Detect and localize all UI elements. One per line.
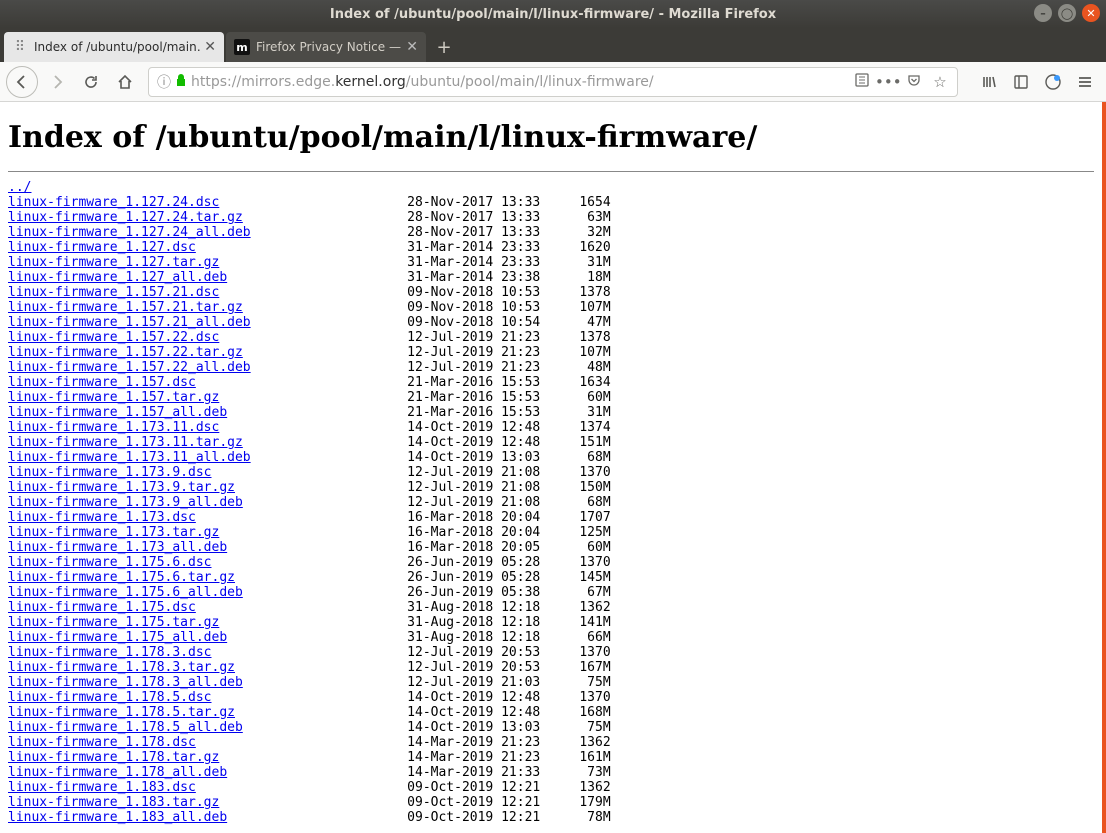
title-bar: Index of /ubuntu/pool/main/l/linux-firmw… [0, 0, 1106, 28]
home-icon [117, 74, 133, 90]
file-link[interactable]: linux-firmware_1.178.5_all.deb [8, 720, 243, 735]
sidebar-icon [1013, 74, 1029, 90]
reader-mode-button[interactable] [849, 73, 875, 91]
maximize-button[interactable]: ◯ [1058, 4, 1076, 22]
file-link[interactable]: linux-firmware_1.178_all.deb [8, 765, 227, 780]
page-favicon-icon [12, 39, 28, 55]
page: Index of /ubuntu/pool/main/l/linux-firmw… [0, 102, 1102, 833]
file-link[interactable]: linux-firmware_1.157.21.tar.gz [8, 300, 243, 315]
file-link[interactable]: linux-firmware_1.183.tar.gz [8, 795, 219, 810]
url-text: https://mirrors.edge.kernel.org/ubuntu/p… [191, 74, 849, 90]
file-link[interactable]: linux-firmware_1.173.tar.gz [8, 525, 219, 540]
file-link[interactable]: linux-firmware_1.183_all.deb [8, 810, 227, 825]
tab-close-icon[interactable]: ✕ [406, 39, 418, 55]
file-link[interactable]: linux-firmware_1.127.tar.gz [8, 255, 219, 270]
divider [8, 171, 1094, 172]
site-identity[interactable]: ⓘ [153, 72, 191, 92]
profile-button[interactable] [1038, 67, 1068, 97]
new-tab-button[interactable]: + [428, 32, 460, 62]
file-link[interactable]: linux-firmware_1.157.21.dsc [8, 285, 219, 300]
profile-icon [1044, 73, 1062, 91]
file-link[interactable]: linux-firmware_1.157.tar.gz [8, 390, 219, 405]
file-link[interactable]: linux-firmware_1.175_all.deb [8, 630, 227, 645]
menu-icon [1077, 74, 1093, 90]
reader-icon [855, 73, 869, 87]
close-window-button[interactable]: ✕ [1082, 4, 1100, 22]
tab-label: Index of /ubuntu/pool/main… [34, 40, 200, 54]
page-title: Index of /ubuntu/pool/main/l/linux-firmw… [8, 120, 1094, 155]
lock-icon [175, 73, 187, 91]
back-button[interactable] [6, 66, 38, 98]
hamburger-menu-button[interactable] [1070, 67, 1100, 97]
file-link[interactable]: linux-firmware_1.178.dsc [8, 735, 196, 750]
pocket-icon [907, 73, 921, 87]
library-icon [981, 74, 997, 90]
file-link[interactable]: linux-firmware_1.127.24_all.deb [8, 225, 251, 240]
library-button[interactable] [974, 67, 1004, 97]
minimize-button[interactable]: – [1034, 4, 1052, 22]
file-link[interactable]: linux-firmware_1.178.3.tar.gz [8, 660, 235, 675]
reload-button[interactable] [76, 67, 106, 97]
file-link[interactable]: linux-firmware_1.173.9.dsc [8, 465, 212, 480]
url-bar[interactable]: ⓘ https://mirrors.edge.kernel.org/ubuntu… [148, 67, 958, 97]
file-link[interactable]: linux-firmware_1.157.22_all.deb [8, 360, 251, 375]
file-link[interactable]: linux-firmware_1.127.24.dsc [8, 195, 219, 210]
file-link[interactable]: linux-firmware_1.157.21_all.deb [8, 315, 251, 330]
file-link[interactable]: linux-firmware_1.178.3_all.deb [8, 675, 243, 690]
tab-active[interactable]: Index of /ubuntu/pool/main… ✕ [4, 32, 224, 62]
directory-listing: ../ linux-firmware_1.127.24.dsc 28-Nov-2… [8, 180, 1094, 825]
arrow-left-icon [14, 74, 30, 90]
info-icon: ⓘ [157, 72, 171, 92]
window-title: Index of /ubuntu/pool/main/l/linux-firmw… [330, 7, 776, 22]
arrow-right-icon [49, 74, 65, 90]
page-actions-button[interactable]: ••• [875, 73, 901, 91]
file-link[interactable]: linux-firmware_1.173_all.deb [8, 540, 227, 555]
tab-label: Firefox Privacy Notice — [256, 40, 402, 54]
file-link[interactable]: linux-firmware_1.178.3.dsc [8, 645, 212, 660]
toolbar-right [974, 67, 1100, 97]
file-link[interactable]: linux-firmware_1.183.dsc [8, 780, 196, 795]
file-link[interactable]: linux-firmware_1.157.dsc [8, 375, 196, 390]
file-link[interactable]: linux-firmware_1.127.24.tar.gz [8, 210, 243, 225]
pocket-button[interactable] [901, 73, 927, 91]
file-link[interactable]: linux-firmware_1.175.dsc [8, 600, 196, 615]
tab-close-icon[interactable]: ✕ [204, 39, 216, 55]
file-link[interactable]: linux-firmware_1.127_all.deb [8, 270, 227, 285]
tab-strip: Index of /ubuntu/pool/main… ✕ m Firefox … [0, 28, 1106, 62]
tab-inactive[interactable]: m Firefox Privacy Notice — ✕ [226, 32, 426, 62]
content-area: Index of /ubuntu/pool/main/l/linux-firmw… [0, 102, 1106, 833]
moz-favicon-icon: m [234, 39, 250, 55]
file-link[interactable]: linux-firmware_1.173.9.tar.gz [8, 480, 235, 495]
file-link[interactable]: linux-firmware_1.175.6.dsc [8, 555, 212, 570]
sidebar-button[interactable] [1006, 67, 1036, 97]
reload-icon [83, 74, 99, 90]
file-link[interactable]: linux-firmware_1.178.5.dsc [8, 690, 212, 705]
forward-button[interactable] [42, 67, 72, 97]
file-link[interactable]: linux-firmware_1.173.11_all.deb [8, 450, 251, 465]
file-link[interactable]: linux-firmware_1.127.dsc [8, 240, 196, 255]
file-link[interactable]: linux-firmware_1.157_all.deb [8, 405, 227, 420]
file-link[interactable]: linux-firmware_1.173.dsc [8, 510, 196, 525]
window-controls: – ◯ ✕ [1034, 4, 1100, 22]
file-link[interactable]: linux-firmware_1.175.6.tar.gz [8, 570, 235, 585]
file-link[interactable]: linux-firmware_1.173.11.tar.gz [8, 435, 243, 450]
file-link[interactable]: linux-firmware_1.157.22.dsc [8, 330, 219, 345]
file-link[interactable]: linux-firmware_1.178.tar.gz [8, 750, 219, 765]
file-link[interactable]: linux-firmware_1.157.22.tar.gz [8, 345, 243, 360]
bookmark-button[interactable]: ☆ [927, 73, 953, 91]
home-button[interactable] [110, 67, 140, 97]
file-link[interactable]: linux-firmware_1.173.9_all.deb [8, 495, 243, 510]
file-link[interactable]: linux-firmware_1.175.tar.gz [8, 615, 219, 630]
parent-dir-link[interactable]: ../ [8, 180, 31, 195]
nav-toolbar: ⓘ https://mirrors.edge.kernel.org/ubuntu… [0, 62, 1106, 102]
file-link[interactable]: linux-firmware_1.178.5.tar.gz [8, 705, 235, 720]
file-link[interactable]: linux-firmware_1.173.11.dsc [8, 420, 219, 435]
file-link[interactable]: linux-firmware_1.175.6_all.deb [8, 585, 243, 600]
